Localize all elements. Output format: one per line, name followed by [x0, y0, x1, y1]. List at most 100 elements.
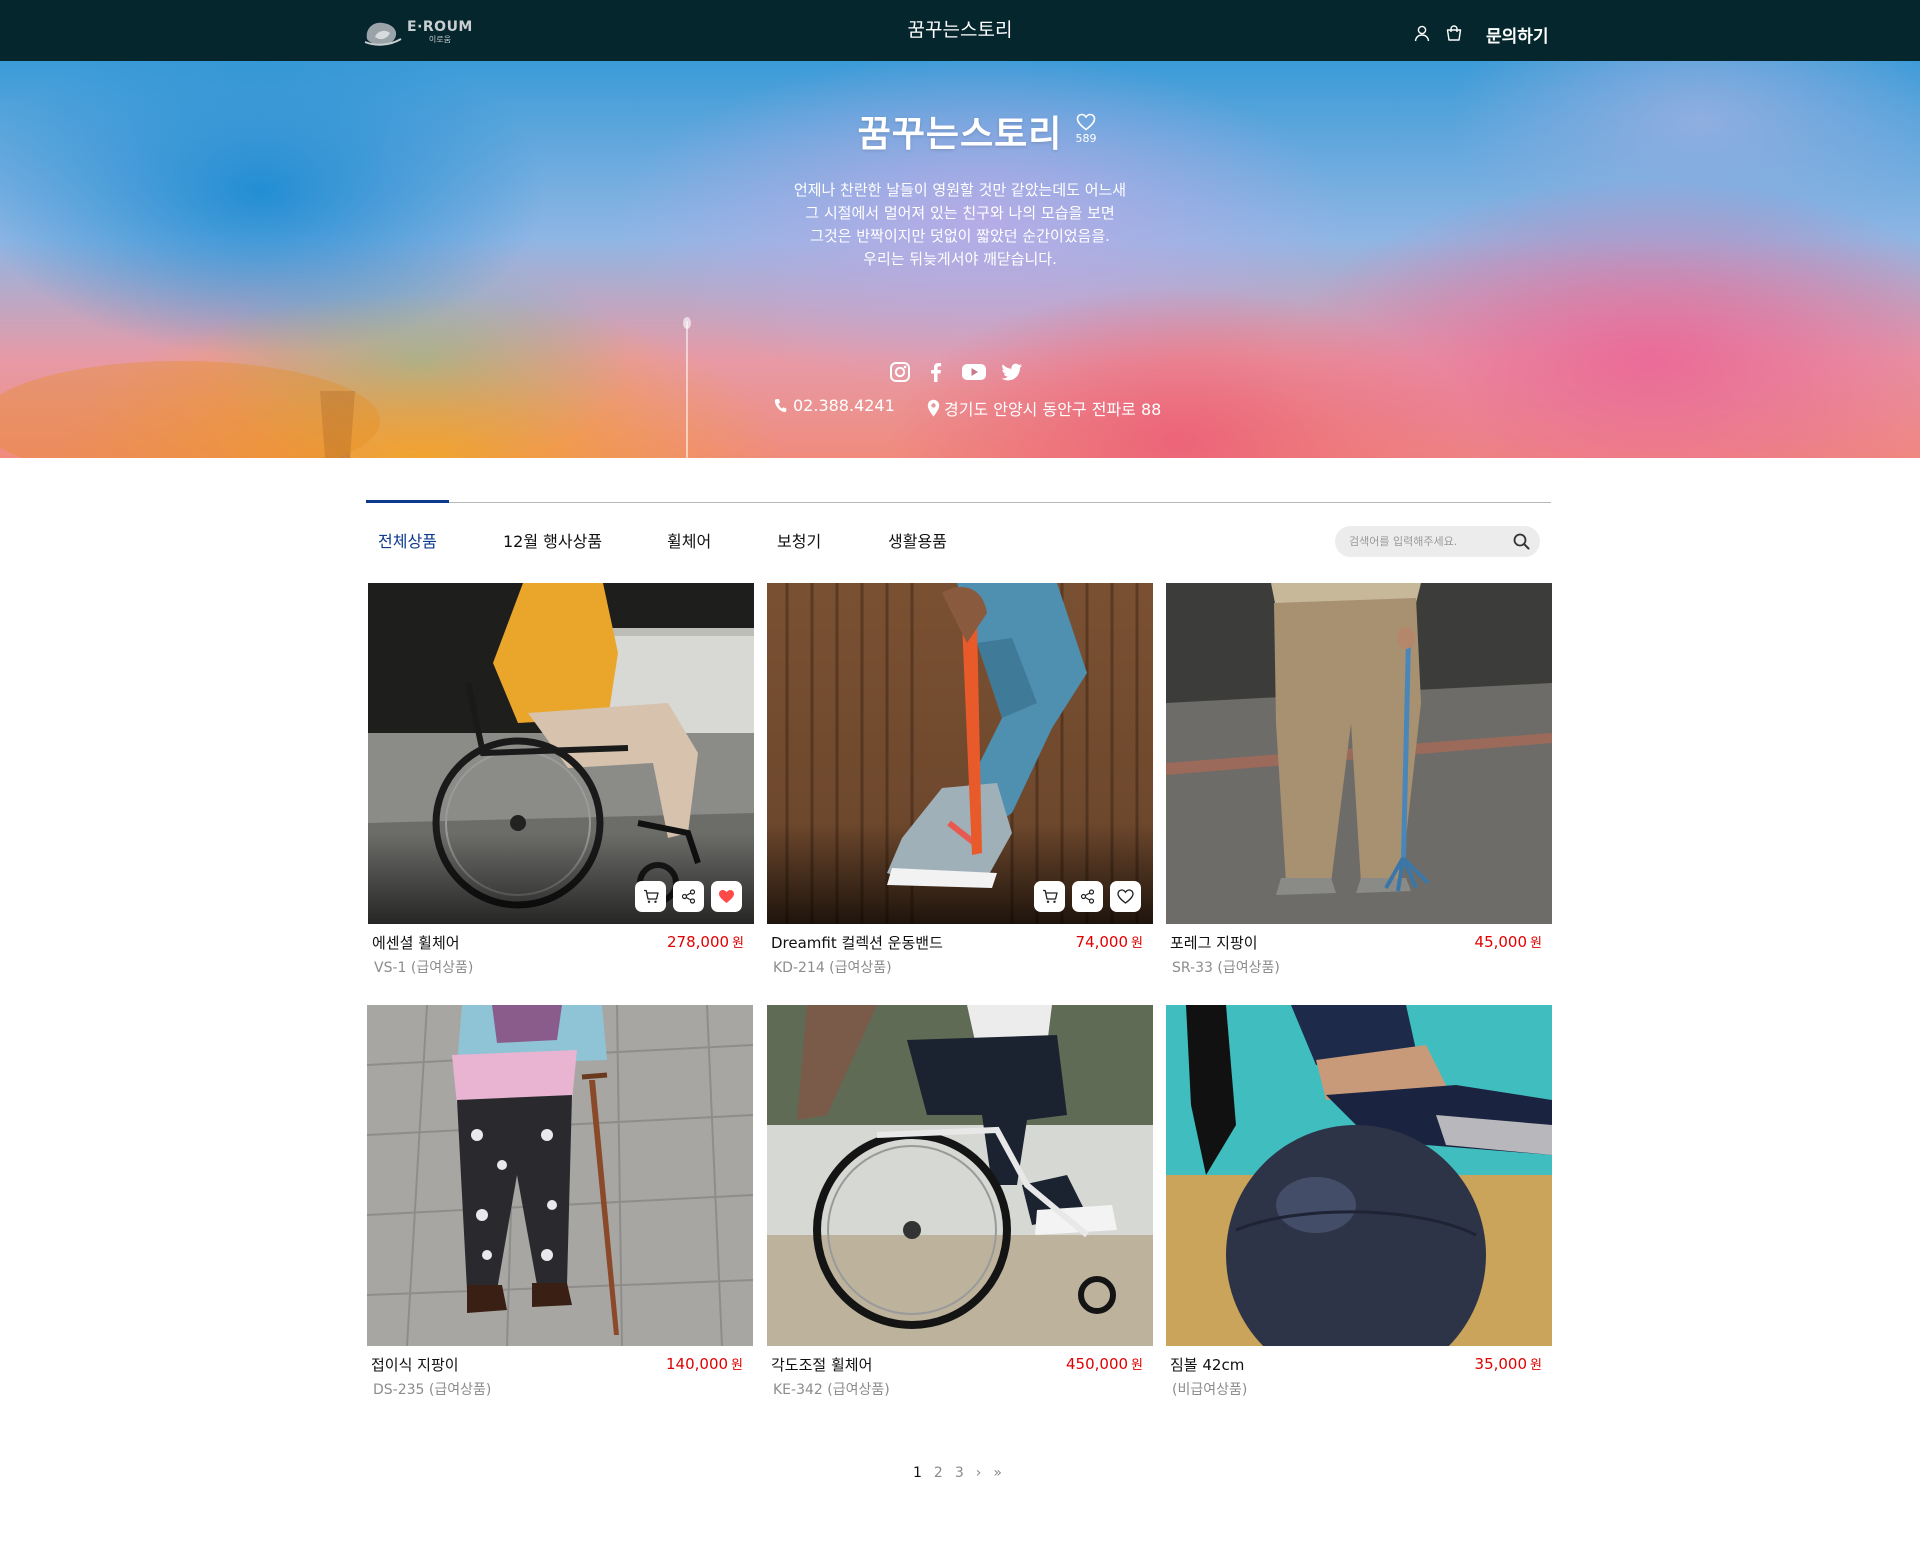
- product-card[interactable]: Dreamfit 컬렉션 운동밴드 74,000 원 KD-214 (급여상품): [767, 583, 1153, 983]
- tab-december-event[interactable]: 12월 행사상품: [503, 528, 602, 552]
- shopping-bag-icon[interactable]: [1445, 24, 1463, 42]
- gym-ball-photo: [1166, 1005, 1552, 1346]
- store-hero-banner: 꿈꾸는스토리 589 언제나 찬란한 날들이 영원할 것만 같았는데도 어느새 …: [0, 61, 1920, 458]
- description-line: 그것은 반짝이지만 덧없이 짧았던 순간이었음을.: [810, 227, 1110, 245]
- tab-hearing-aid[interactable]: 보청기: [777, 528, 821, 552]
- product-card[interactable]: 에센셜 휠체어 278,000 원 VS-1 (급여상품): [368, 583, 754, 983]
- product-price: 35,000 원: [1475, 1354, 1542, 1373]
- folding-cane-photo: [367, 1005, 753, 1346]
- like-count: 589: [1075, 132, 1097, 145]
- page-2-link[interactable]: 2: [934, 1465, 943, 1481]
- product-name[interactable]: 짐볼 42cm: [1170, 1354, 1244, 1375]
- product-price: 450,000 원: [1066, 1354, 1143, 1373]
- inquiry-link[interactable]: 문의하기: [1486, 22, 1549, 47]
- price-currency: 원: [1131, 1358, 1143, 1373]
- description-line: 언제나 찬란한 날들이 영원할 것만 같았는데도 어느새: [793, 181, 1127, 199]
- search-input[interactable]: [1349, 533, 1499, 550]
- share-icon: [1080, 889, 1095, 904]
- product-image[interactable]: [368, 583, 754, 924]
- store-like-button[interactable]: 589: [1075, 113, 1097, 145]
- page-3-link[interactable]: 3: [955, 1465, 964, 1481]
- social-links: [889, 361, 1023, 383]
- price-value: 278,000: [667, 933, 730, 951]
- last-page-link[interactable]: »: [993, 1465, 1002, 1481]
- tab-wheelchair[interactable]: 휠체어: [667, 528, 711, 552]
- next-page-link[interactable]: ›: [976, 1465, 982, 1481]
- product-card[interactable]: 접이식 지팡이 140,000 원 DS-235 (급여상품): [367, 1005, 753, 1405]
- logo-subtext: 이로움: [428, 35, 451, 44]
- active-tab-indicator: [366, 500, 449, 503]
- adjustable-wheelchair-photo: [767, 1005, 1153, 1346]
- category-tabs: 전체상품 12월 행사상품 휠체어 보청기 생활용품: [366, 528, 1066, 552]
- heart-outline-icon: [1076, 113, 1096, 131]
- cart-icon: [1042, 889, 1058, 903]
- youtube-icon[interactable]: [961, 362, 987, 382]
- share-button[interactable]: [673, 881, 704, 912]
- price-currency: 원: [731, 1358, 743, 1373]
- price-value: 45,000: [1474, 933, 1528, 951]
- wheelchair-photo: [368, 583, 754, 924]
- facebook-icon[interactable]: [925, 361, 947, 383]
- tab-all-products[interactable]: 전체상품: [378, 528, 437, 552]
- product-code: DS-235 (급여상품): [373, 1382, 492, 1398]
- location-pin-icon: [927, 399, 940, 417]
- share-icon: [681, 889, 696, 904]
- product-name[interactable]: 포레그 지팡이: [1170, 932, 1258, 953]
- price-value: 450,000: [1066, 1355, 1129, 1373]
- logo-text: E·ROUM: [407, 19, 473, 35]
- description-line: 그 시절에서 멀어져 있는 친구와 나의 모습을 보면: [805, 204, 1115, 222]
- product-image[interactable]: [367, 1005, 753, 1346]
- phone-number: 02.388.4241: [793, 396, 895, 415]
- store-phone[interactable]: 02.388.4241: [774, 396, 895, 415]
- product-price: 74,000 원: [1076, 932, 1143, 951]
- logo-mark-icon: [364, 22, 402, 46]
- tab-divider: [366, 502, 1551, 503]
- product-image[interactable]: [767, 1005, 1153, 1346]
- like-button[interactable]: [1110, 881, 1141, 912]
- product-image[interactable]: [1166, 583, 1552, 924]
- search-icon[interactable]: [1513, 533, 1530, 550]
- product-code: KD-214 (급여상품): [773, 960, 892, 976]
- page-1-link[interactable]: 1: [913, 1465, 922, 1481]
- phone-icon: [774, 399, 787, 413]
- add-to-cart-button[interactable]: [1034, 881, 1065, 912]
- tab-daily-goods[interactable]: 생활용품: [888, 528, 947, 552]
- exercise-band-photo: [767, 583, 1153, 924]
- product-card[interactable]: 각도조절 휠체어 450,000 원 KE-342 (급여상품): [767, 1005, 1153, 1405]
- price-value: 35,000: [1474, 1355, 1528, 1373]
- price-value: 74,000: [1075, 933, 1129, 951]
- description-line: 우리는 뒤늦게서야 깨닫습니다.: [863, 250, 1057, 268]
- store-name: 꿈꾸는스토리: [857, 114, 1063, 155]
- price-currency: 원: [732, 936, 744, 951]
- like-button[interactable]: [711, 881, 742, 912]
- share-button[interactable]: [1072, 881, 1103, 912]
- site-logo[interactable]: E·ROUM 이로움: [363, 14, 473, 50]
- product-card[interactable]: 포레그 지팡이 45,000 원 SR-33 (급여상품): [1166, 583, 1552, 983]
- product-price: 140,000 원: [666, 1354, 743, 1373]
- product-name[interactable]: Dreamfit 컬렉션 운동밴드: [771, 932, 943, 953]
- price-value: 140,000: [666, 1355, 729, 1373]
- user-icon[interactable]: [1413, 24, 1431, 42]
- product-card[interactable]: 짐볼 42cm 35,000 원 (비급여상품): [1166, 1005, 1552, 1405]
- product-name[interactable]: 에센셜 휠체어: [372, 932, 460, 953]
- product-code: SR-33 (급여상품): [1172, 960, 1280, 976]
- twitter-icon[interactable]: [1001, 362, 1023, 382]
- price-currency: 원: [1131, 936, 1143, 951]
- product-name[interactable]: 접이식 지팡이: [371, 1354, 459, 1375]
- product-name[interactable]: 각도조절 휠체어: [771, 1354, 872, 1375]
- product-search: [1335, 526, 1540, 557]
- product-price: 278,000 원: [667, 932, 744, 951]
- address-text: 경기도 안양시 동안구 전파로 88: [944, 400, 1162, 419]
- instagram-icon[interactable]: [889, 361, 911, 383]
- product-image[interactable]: [1166, 1005, 1552, 1346]
- page-title: 꿈꾸는스토리: [907, 19, 1013, 41]
- store-address[interactable]: 경기도 안양시 동안구 전파로 88: [927, 396, 1161, 420]
- product-code: (비급여상품): [1172, 1382, 1248, 1398]
- store-description: 언제나 찬란한 날들이 영원할 것만 같았는데도 어느새 그 시절에서 멀어져 …: [0, 179, 1920, 271]
- product-code: VS-1 (급여상품): [374, 960, 474, 976]
- price-currency: 원: [1530, 1358, 1542, 1373]
- product-image[interactable]: [767, 583, 1153, 924]
- add-to-cart-button[interactable]: [635, 881, 666, 912]
- top-navigation-bar: E·ROUM 이로움 꿈꾸는스토리 문의하기: [0, 0, 1920, 61]
- heart-outline-icon: [1117, 889, 1134, 904]
